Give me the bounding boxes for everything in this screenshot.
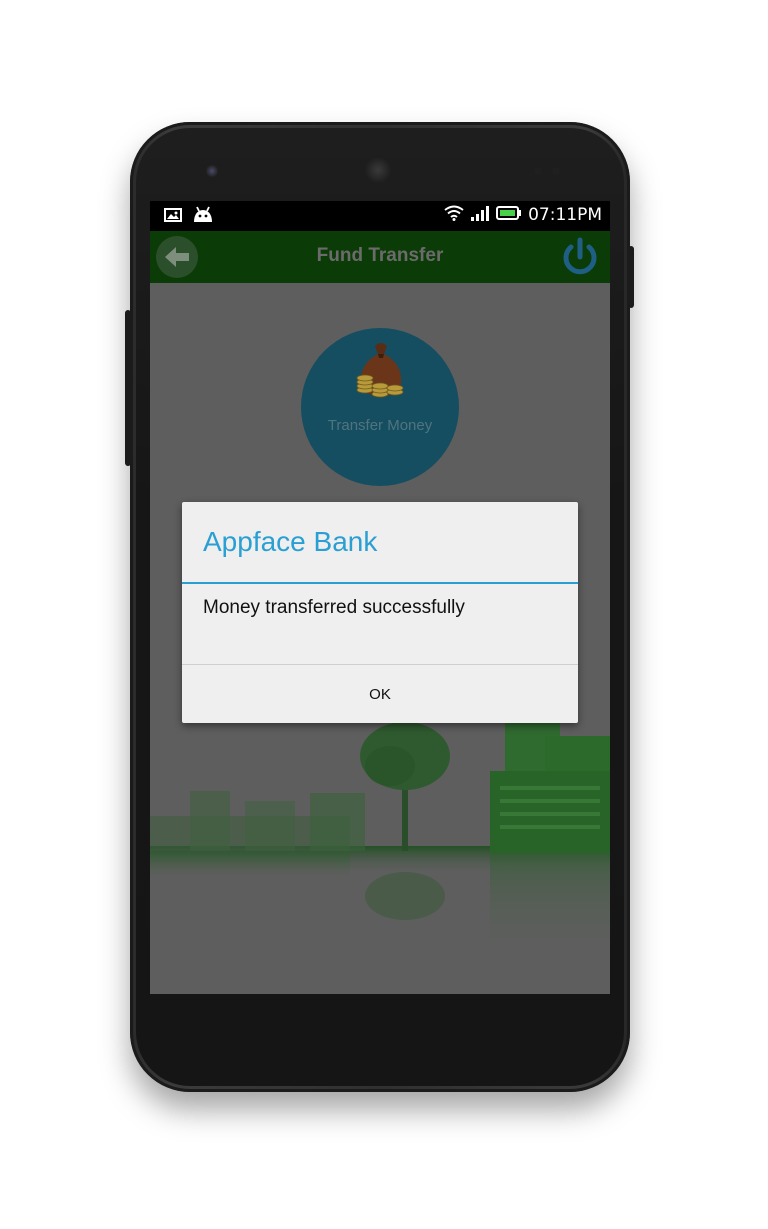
status-clock: 07:11PM (528, 205, 602, 225)
front-camera (206, 165, 218, 177)
power-icon (563, 237, 597, 275)
proximity-sensor (534, 167, 542, 175)
dialog-message: Money transferred successfully (203, 597, 465, 618)
dialog-title: Appface Bank (203, 526, 378, 557)
android-notification-icon (192, 206, 214, 228)
wifi-icon (444, 205, 464, 225)
volume-side-button (125, 310, 131, 466)
status-bar: 07:11PM (150, 201, 610, 231)
transfer-money-tile[interactable]: Transfer Money (301, 328, 459, 486)
ok-button[interactable]: OK (182, 665, 578, 723)
battery-icon (496, 205, 522, 225)
app-bar: Fund Transfer (150, 231, 610, 283)
signal-icon (470, 205, 490, 225)
dialog-title-divider (182, 582, 578, 584)
alert-dialog: Appface Bank Money transferred successfu… (182, 502, 578, 723)
page-title: Fund Transfer (316, 245, 444, 266)
power-side-button (628, 246, 634, 308)
money-bag-icon (356, 343, 404, 398)
logout-button[interactable] (558, 235, 602, 279)
phone-screen: 07:11PM Fund Transfer Transfer Money App… (150, 201, 610, 994)
image-notification-icon (164, 207, 182, 227)
transfer-money-label: Transfer Money (327, 417, 433, 434)
earpiece-speaker (364, 156, 392, 184)
light-sensor (552, 167, 560, 175)
